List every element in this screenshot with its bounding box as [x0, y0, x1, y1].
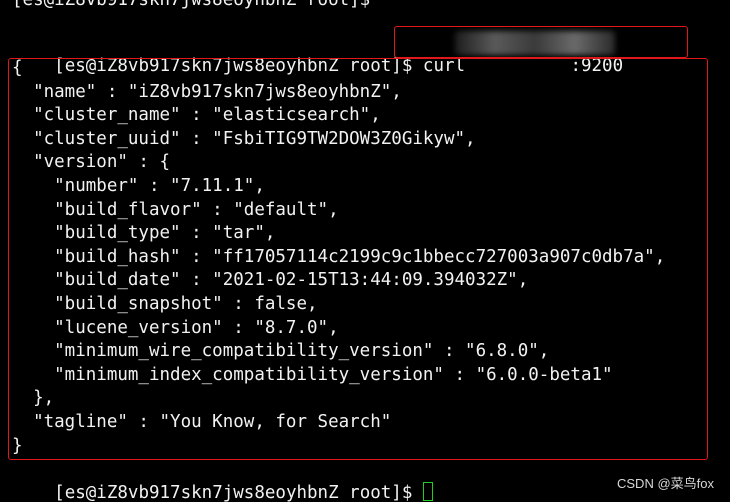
terminal-window[interactable]: [es@iZ8vb917skn7jws8eoyhbnZ root]$ [es@i…	[0, 0, 730, 502]
final-command-line: [es@iZ8vb917skn7jws8eoyhbnZ root]$	[12, 457, 433, 502]
json-highlight-box	[8, 58, 708, 460]
text-cursor[interactable]	[422, 482, 433, 501]
cropped-previous-prompt: [es@iZ8vb917skn7jws8eoyhbnZ root]$	[12, 0, 381, 10]
command-highlight-box	[394, 26, 688, 58]
final-shell-prompt: [es@iZ8vb917skn7jws8eoyhbnZ root]$	[54, 483, 423, 502]
csdn-watermark: CSDN @菜鸟fox	[617, 476, 714, 491]
